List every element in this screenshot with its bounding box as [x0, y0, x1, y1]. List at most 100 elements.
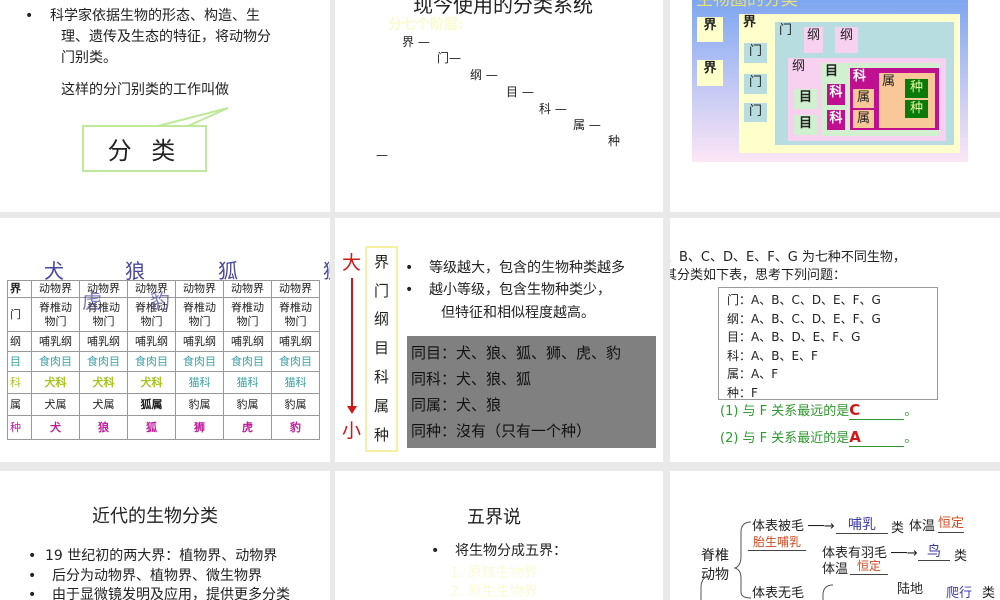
bullet-text: 科学家依据生物的形态、构造、生 [50, 8, 260, 24]
slide-thumbnail-8[interactable]: 五界说 • 将生物分成五界： 1. 原核生物界 2. 原生生物界 [335, 471, 663, 600]
row-header: 纲 [7, 331, 32, 352]
rank-step: 门— [437, 51, 462, 65]
table-cell: 猫科 [223, 371, 272, 394]
rank-step: 种 [608, 134, 621, 148]
phylum-box: 门 [744, 43, 767, 63]
animal-label: 狮 [323, 260, 330, 283]
bullet-text: 将生物分成五界： [455, 543, 567, 559]
table-row: 种犬狼狐狮虎豹 [7, 415, 320, 440]
table-cell: 犬科 [127, 371, 176, 394]
slide-thumbnail-9[interactable]: 脊椎动物 体表被毛 ──→ 哺乳 类 体温 恒定 胎生哺乳 体表有羽毛 ──→ … [670, 471, 1000, 600]
row-header: 属 [7, 393, 32, 416]
label: 界 [743, 15, 757, 30]
intro-text: 、B、C、D、E、F、G 为七种不同生物， [670, 250, 906, 265]
taxonomy-line: 属：A、F [727, 367, 779, 381]
question-2: (2) 与 F 关系最近的是A。 [720, 428, 917, 448]
table-cell: 食肉目 [127, 351, 176, 372]
table-cell: 豹属 [175, 393, 224, 416]
label: 目 [825, 64, 839, 79]
slide-thumbnail-7[interactable]: 近代的生物分类 • 19 世纪初的两大界：植物界、动物界 • 后分为动物界、植物… [0, 471, 330, 600]
question-1: (1) 与 F 关系最远的是C。 [720, 401, 918, 421]
big-label: 大 [342, 252, 362, 274]
summary-line: 同属：犬、狼 [411, 396, 502, 414]
bullet-text: 理、遗传及生态的特征，将动物分 [61, 29, 271, 45]
rank-label: 科 [373, 368, 389, 387]
period: 。 [904, 404, 918, 419]
table-cell: 犬科 [79, 371, 128, 394]
table-cell: 脊椎动物门 [271, 297, 320, 332]
rank-label: 界 [373, 252, 389, 271]
table-row: 属犬属 犬属 狐属 豹属 豹属 豹属 [7, 393, 320, 416]
taxonomy-line: 科：A、B、E、F [727, 348, 818, 363]
diagram-title: 生物圈的分类 [696, 0, 798, 10]
label: 科 [853, 69, 867, 84]
bullet-text: 后分为动物界、植物界、微生物界 [52, 568, 262, 584]
bullet-dot: • [28, 568, 37, 584]
table-cell: 猫科 [271, 371, 320, 394]
blank-bird: 鸟 [918, 544, 950, 562]
slide-thumbnail-4[interactable]: 界动物界 动物界 动物界 动物界 动物界 动物界门脊椎动物门 脊椎动物门 脊椎动物门 脊椎动物门… [0, 218, 330, 462]
arrow-down-icon [347, 406, 357, 414]
slide-title: 近代的生物分类 [92, 506, 218, 527]
summary-box: 同目：犬、狼、狐、狮、虎、豹 同科：犬、狼、狐 同属：犬、狼 同种：沒有（只有一… [407, 336, 656, 448]
animal-label: 虎 [82, 289, 102, 313]
rank-step: 科 — [539, 102, 567, 116]
table-cell: 食肉目 [175, 351, 224, 372]
faint-item: 1. 原核生物界 [450, 565, 538, 581]
slide-thumbnail-6[interactable]: 、B、C、D、E、F、G 为七种不同生物， 其分类如下表，思考下列问题： 门：A… [670, 218, 1000, 462]
bullet-dot: • [25, 8, 34, 24]
slide-thumbnail-2[interactable]: 现今使用的分类系统 分七个阶层: 界 — 门— 纲 — 目 — 科 — 属 — … [335, 0, 663, 212]
table-cell: 哺乳纲 [79, 331, 128, 352]
arrow-line [351, 278, 353, 408]
faint-item: 2. 原生生物界 [450, 584, 538, 600]
table-cell: 狮 [175, 415, 224, 440]
blank-constant: 恒定 [850, 559, 888, 575]
table-cell: 犬属 [31, 393, 80, 416]
blank-reptile: 爬行 [946, 586, 973, 600]
order-box: 目 [794, 115, 817, 135]
intro-text: 其分类如下表，思考下列问题： [670, 268, 847, 283]
bullet-dot: • [28, 548, 37, 564]
summary-line: 同科：犬、狼、狐 [411, 370, 532, 388]
answer: C [849, 401, 905, 421]
taxonomy-line: 种：F [727, 385, 758, 400]
node-land: 陆地 [897, 582, 924, 597]
question-text: (2) 与 F 关系最近的是 [720, 431, 850, 446]
label-lei: 类 [954, 549, 968, 564]
label: 属 [882, 74, 896, 89]
taxonomy-line: 门：A、B、C、D、E、F、G [727, 293, 881, 307]
table-cell: 动物界 [223, 280, 272, 298]
kingdom-box: 界 [697, 60, 723, 86]
slide-thumbnail-1[interactable]: • 科学家依据生物的形态、构造、生 理、遗传及生态的特征，将动物分 门别类。 这… [0, 0, 330, 212]
phylum-box: 门 [744, 74, 767, 94]
table-cell: 猫科 [175, 371, 224, 394]
bullet-dot: • [405, 282, 414, 298]
slide-thumbnail-3[interactable]: 生物圈的分类 界 界 界 门 门 门 门 纲 纲 纲 目 目 目 科 科 科 属… [670, 0, 1000, 212]
table-cell: 哺乳纲 [223, 331, 272, 352]
callout-box: 分 类 [82, 125, 207, 172]
table-cell: 哺乳纲 [271, 331, 320, 352]
bullet-text: 但特征和相似程度越高。 [441, 305, 595, 321]
rank-step: 属 — [573, 118, 601, 132]
bullet-text: 越小等级，包含生物种类少， [429, 282, 611, 298]
slide-thumbnail-5[interactable]: 大 小 界门纲目科属种 • 等级越大，包含的生物种类越多 • 越小等级，包含生物… [335, 218, 663, 462]
bullet-dot: • [405, 260, 414, 276]
summary-line: 同种：沒有（只有一个种） [411, 422, 592, 440]
brace [822, 584, 834, 600]
blank-constant: 恒定 [938, 516, 965, 533]
bullet-text: 由于显微镜发明及应用，提供更多分类 [52, 587, 290, 600]
row-header: 目 [7, 351, 32, 372]
table-row: 纲哺乳纲 哺乳纲 哺乳纲 哺乳纲 哺乳纲 哺乳纲 [7, 331, 320, 352]
answer: A [849, 428, 905, 448]
rank-step: 目 — [506, 85, 534, 99]
table-cell: 豹 [271, 415, 320, 440]
brace [700, 521, 752, 600]
table-cell: 狐 [127, 415, 176, 440]
taxonomy-line: 目：A、B、D、E、F、G [727, 330, 861, 344]
bullet-dot: • [431, 543, 440, 559]
slide-title: 现今使用的分类系统 [413, 0, 593, 17]
label: 体表被毛 [752, 519, 805, 534]
rank-label: 种 [373, 425, 389, 444]
question-text: (1) 与 F 关系最远的是 [720, 404, 850, 419]
table-cell: 食肉目 [31, 351, 80, 372]
